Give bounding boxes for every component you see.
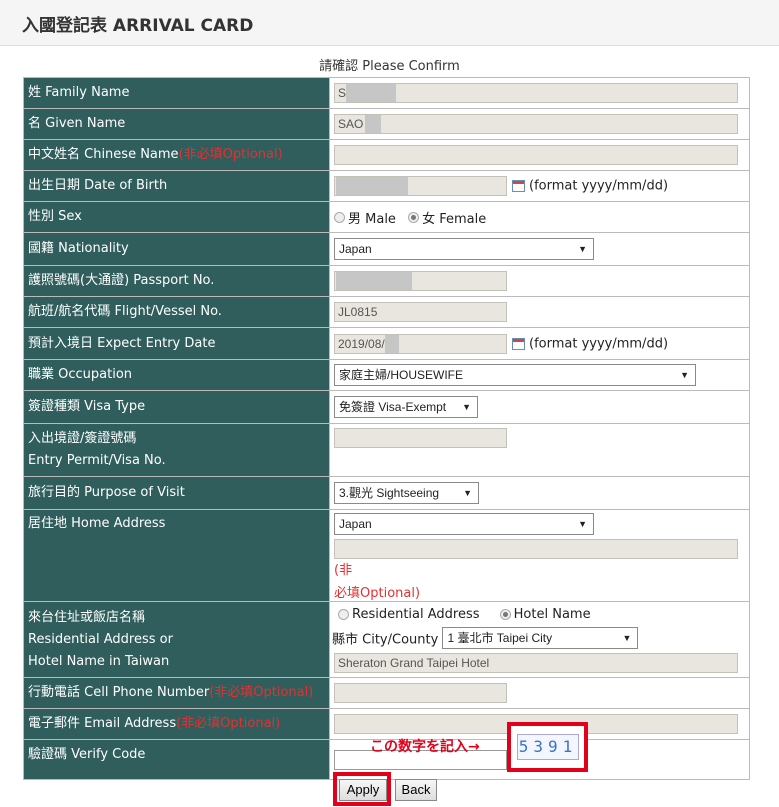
hotel-name-radio[interactable] <box>499 608 511 620</box>
cell-phone-label: 行動電話 Cell Phone Number(非必填Optional) <box>23 677 330 709</box>
optional-note: (非必填Optional) <box>209 685 314 700</box>
passport-label: 護照號碼(大通證) Passport No. <box>23 265 330 297</box>
page-header: 入國登記表 ARRIVAL CARD <box>0 0 779 46</box>
home-country-select[interactable]: Japan ▼ <box>334 513 594 535</box>
chinese-name-label: 中文姓名 Chinese Name(非必填Optional) <box>23 139 330 171</box>
hotel-name-label: Hotel Name <box>513 606 591 622</box>
dob-label: 出生日期 Date of Birth <box>23 170 330 202</box>
verify-hint: この数字を記入→ <box>370 739 480 755</box>
confirm-heading: 請確認 Please Confirm <box>319 59 460 74</box>
visa-type-select[interactable]: 免簽證 Visa-Exempt ▼ <box>334 396 478 418</box>
purpose-select[interactable]: 3.觀光 Sightseeing ▼ <box>334 482 479 504</box>
calendar-icon[interactable] <box>512 337 525 350</box>
given-name-label: 名 Given Name <box>23 108 330 140</box>
sex-female-label: 女 Female <box>422 211 487 227</box>
sex-male-radio[interactable] <box>334 211 345 223</box>
sex-female-radio[interactable] <box>408 211 420 223</box>
home-address-input[interactable] <box>334 539 738 559</box>
flight-label: 航班/航名代碼 Flight/Vessel No. <box>23 296 330 328</box>
nationality-label: 國籍 Nationality <box>23 232 330 266</box>
sex-male-label: 男 Male <box>348 211 396 227</box>
calendar-icon[interactable] <box>512 180 525 192</box>
sex-label: 性別 Sex <box>23 201 330 233</box>
optional-note: 必填Optional) <box>334 586 421 601</box>
apply-button[interactable]: Apply <box>339 779 387 801</box>
email-label: 電子郵件 Email Address(非必填Optional) <box>23 708 330 740</box>
redacted-block <box>336 177 408 195</box>
hotel-name-input[interactable]: Sheraton Grand Taipei Hotel <box>334 652 738 673</box>
verify-code-label: 驗證碼 Verify Code <box>23 739 330 780</box>
button-bar: Apply Back <box>0 772 779 807</box>
taiwan-address-label: 來台住址或飯店名稱 Residential Address or Hotel Nam… <box>23 601 330 678</box>
optional-note: (非必填Optional) <box>176 716 281 731</box>
residential-address-label: Residential Address <box>352 606 480 622</box>
arrival-card-form: 姓 Family Name S 名 Given Name SAO 中文姓名 Ch… <box>23 77 750 780</box>
dropdown-arrow-icon: ▼ <box>622 632 632 643</box>
home-address-label: 居住地 Home Address <box>23 509 330 602</box>
optional-note: (非 <box>334 563 353 578</box>
occupation-label: 職業 Occupation <box>23 359 330 391</box>
dropdown-arrow-icon: ▼ <box>462 402 471 412</box>
city-select[interactable]: 1 臺北市 Taipei City ▼ <box>442 626 639 649</box>
visa-type-label: 簽證種類 Visa Type <box>23 390 330 424</box>
entry-date-input[interactable]: 2019/08/ <box>334 333 507 354</box>
city-label: 縣市 City/County <box>332 632 439 647</box>
passport-input[interactable] <box>334 271 507 291</box>
family-name-label: 姓 Family Name <box>23 77 330 109</box>
residential-address-radio[interactable] <box>338 608 349 620</box>
dropdown-arrow-icon: ▼ <box>578 244 587 254</box>
back-button[interactable]: Back <box>395 779 437 801</box>
dropdown-arrow-icon: ▼ <box>463 488 472 498</box>
redacted-block <box>346 84 397 102</box>
dropdown-arrow-icon: ▼ <box>578 519 587 529</box>
optional-note: (非必填Optional) <box>178 147 283 162</box>
entry-permit-label: 入出境證/簽證號碼 Entry Permit/Visa No. <box>23 423 330 477</box>
date-format-hint: (format yyyy/mm/dd) <box>529 178 669 194</box>
redacted-block <box>365 115 382 133</box>
chinese-name-input[interactable] <box>334 145 738 165</box>
redacted-block <box>336 272 412 290</box>
purpose-label: 旅行目的 Purpose of Visit <box>23 476 330 510</box>
redacted-block <box>384 334 399 353</box>
page-title: 入國登記表 ARRIVAL CARD <box>22 16 254 36</box>
entry-permit-input[interactable] <box>334 428 507 448</box>
captcha-highlight: 5391 <box>507 722 588 772</box>
family-name-input[interactable]: S <box>334 83 738 103</box>
dob-input[interactable] <box>334 176 507 196</box>
given-name-input[interactable]: SAO <box>334 114 738 134</box>
dropdown-arrow-icon: ▼ <box>680 370 689 380</box>
date-format-hint: (format yyyy/mm/dd) <box>529 336 669 351</box>
flight-input[interactable]: JL0815 <box>334 302 507 322</box>
cell-phone-input[interactable] <box>334 683 507 703</box>
nationality-select[interactable]: Japan ▼ <box>334 238 594 260</box>
entry-date-label: 預計入境日 Expect Entry Date <box>23 327 330 360</box>
captcha-image: 5391 <box>517 734 579 760</box>
occupation-select[interactable]: 家庭主婦/HOUSEWIFE ▼ <box>334 364 696 386</box>
